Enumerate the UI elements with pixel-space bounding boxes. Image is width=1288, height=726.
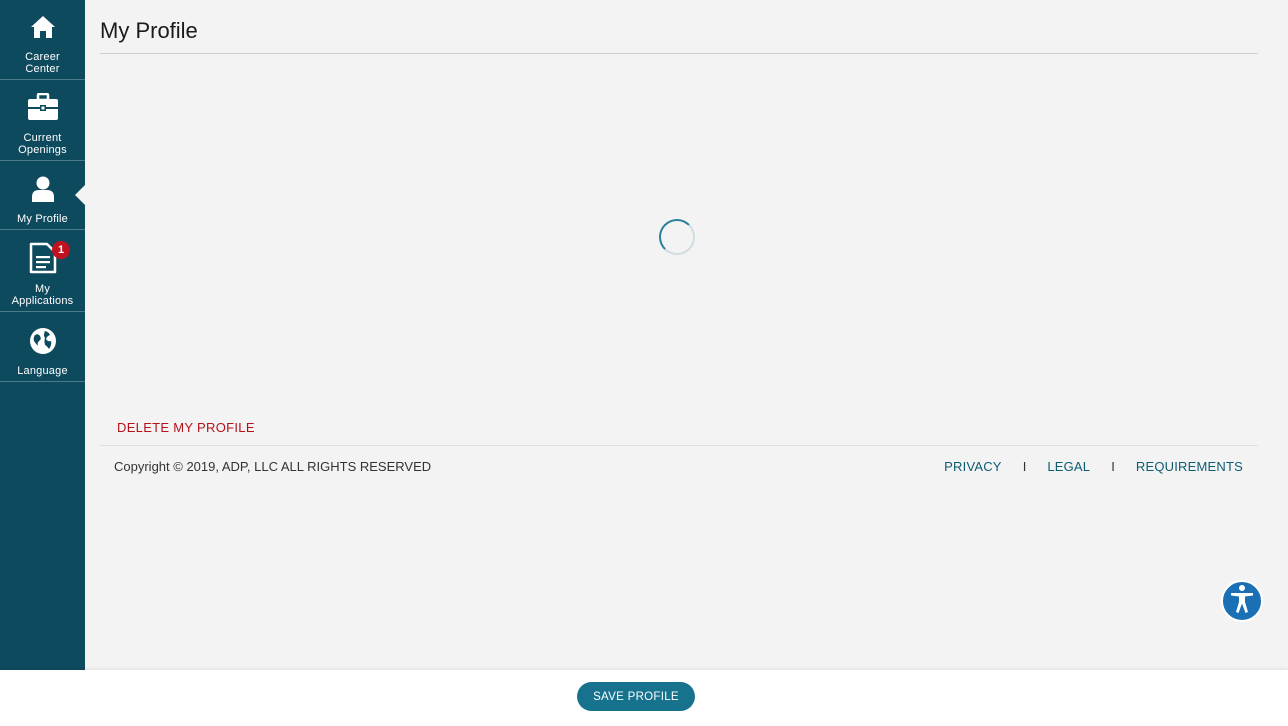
accessibility-icon xyxy=(1229,584,1255,619)
sidebar-item-label: My Applications xyxy=(11,283,74,307)
accessibility-button[interactable] xyxy=(1221,580,1263,622)
action-bar: SAVE PROFILE xyxy=(0,670,1288,726)
footer-separator: I xyxy=(1111,459,1115,474)
sidebar-item-my-profile[interactable]: My Profile xyxy=(0,161,85,230)
notification-badge: 1 xyxy=(52,241,70,259)
main-content: My Profile DELETE MY PROFILE Copyright ©… xyxy=(85,0,1273,670)
sidebar-item-label: Language xyxy=(17,365,68,377)
delete-profile-link[interactable]: DELETE MY PROFILE xyxy=(117,420,255,435)
sidebar-item-my-applications[interactable]: 1 My Applications xyxy=(0,230,85,312)
active-indicator xyxy=(75,185,85,205)
save-profile-button[interactable]: SAVE PROFILE xyxy=(577,682,695,711)
sidebar-nav: Career Center Current Openings My Profil… xyxy=(0,0,85,670)
footer-divider xyxy=(100,445,1258,446)
legal-link[interactable]: LEGAL xyxy=(1047,459,1090,474)
requirements-link[interactable]: REQUIREMENTS xyxy=(1136,459,1243,474)
briefcase-icon xyxy=(27,92,59,126)
sidebar-item-label: Career Center xyxy=(25,51,60,75)
home-icon xyxy=(29,14,57,45)
loading-spinner xyxy=(659,219,695,255)
sidebar-item-career-center[interactable]: Career Center xyxy=(0,0,85,80)
sidebar-item-language[interactable]: Language xyxy=(0,312,85,382)
title-divider xyxy=(100,53,1258,54)
footer-separator: I xyxy=(1022,459,1027,474)
page-title: My Profile xyxy=(100,18,198,43)
sidebar-item-label: Current Openings xyxy=(18,132,67,156)
globe-icon xyxy=(29,327,57,360)
privacy-link[interactable]: PRIVACY xyxy=(944,459,1002,474)
copyright-text: Copyright © 2019, ADP, LLC ALL RIGHTS RE… xyxy=(114,459,432,474)
user-icon xyxy=(30,175,56,208)
sidebar-item-current-openings[interactable]: Current Openings xyxy=(0,80,85,161)
sidebar-item-label: My Profile xyxy=(17,213,68,225)
footer-links: PRIVACY I LEGAL I REQUIREMENTS xyxy=(944,459,1243,474)
